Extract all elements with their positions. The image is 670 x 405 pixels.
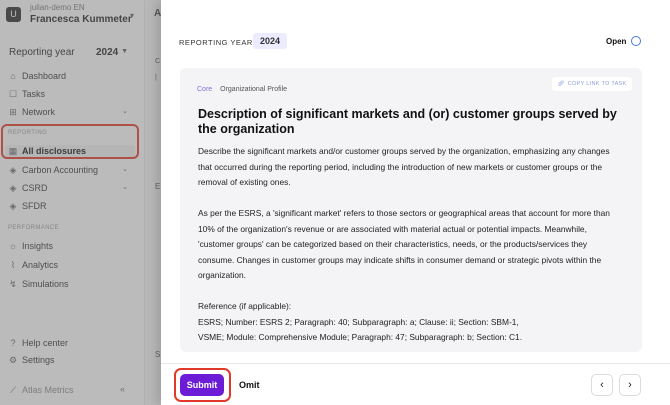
sidebar-item-label: Carbon Accounting xyxy=(22,165,99,175)
chevron-down-icon: ▾ xyxy=(129,11,134,20)
brand-name: Atlas Metrics xyxy=(22,385,74,395)
org-avatar: U xyxy=(6,7,21,22)
status-label: Open xyxy=(606,37,627,46)
reporting-year-label: Reporting year xyxy=(9,47,75,58)
disclosure-drawer: REPORTING YEAR 2024 Open Core Organizati… xyxy=(161,0,670,405)
lightbulb-icon: ☼ xyxy=(8,241,18,251)
sidebar-item-label: Simulations xyxy=(22,279,69,289)
next-button[interactable]: › xyxy=(619,374,641,396)
sidebar-item-label: SFDR xyxy=(22,201,47,211)
organization-switcher[interactable]: U julian-demo EN Francesca Kummeter ▾ xyxy=(6,3,134,27)
copy-link-label: COPY LINK TO TASK xyxy=(567,81,627,87)
network-icon: ⊞ xyxy=(9,107,17,117)
simulation-icon: ↯ xyxy=(9,279,17,289)
description-paragraph: As per the ESRS, a 'significant market' … xyxy=(198,208,610,280)
tasks-icon: ☐ xyxy=(8,89,18,99)
sidebar-item-label: CSRD xyxy=(22,183,48,193)
disclosure-card: Core Organizational Profile 🔗︎ COPY LINK … xyxy=(180,68,642,352)
reporting-year-value: 2024 xyxy=(96,47,119,58)
chevron-down-icon: ⌄ xyxy=(122,184,128,191)
panel-text-fragment: C xyxy=(155,58,161,65)
carbon-icon: ◈ xyxy=(9,165,17,175)
highlight-callout xyxy=(1,124,139,159)
sidebar-item-help-center[interactable]: ? Help center xyxy=(8,337,134,351)
chevron-right-icon: › xyxy=(628,379,632,391)
sidebar-item-label: Insights xyxy=(22,241,54,251)
sidebar-item-settings[interactable]: ⚙ Settings xyxy=(8,354,134,368)
sidebar-item-dashboard[interactable]: ⌂ Dashboard xyxy=(8,70,134,84)
section-performance: PERFORMANCE xyxy=(8,225,60,231)
sidebar-item-carbon-accounting[interactable]: ◈ Carbon Accounting ⌄ xyxy=(8,164,134,178)
reference-line: VSME; Module: Comprehensive Module; Para… xyxy=(198,332,523,342)
sidebar-item-label: Tasks xyxy=(22,89,46,99)
omit-button[interactable]: Omit xyxy=(239,380,260,390)
chevron-down-icon: ▼ xyxy=(121,48,128,55)
sidebar-item-label: Network xyxy=(22,107,56,117)
panel-text-fragment: | xyxy=(155,74,157,81)
sidebar-item-tasks[interactable]: ☐ Tasks xyxy=(8,88,134,102)
reporting-year-badge: 2024 xyxy=(253,33,287,49)
chevron-left-icon: ‹ xyxy=(600,379,604,391)
org-user-name: Francesca Kummeter xyxy=(30,14,132,25)
sidebar-item-label: Settings xyxy=(22,355,55,365)
previous-button[interactable]: ‹ xyxy=(591,374,613,396)
gear-icon: ⚙ xyxy=(8,355,18,365)
sidebar-item-sfdr[interactable]: ◈ SFDR xyxy=(8,200,134,214)
panel-text-fragment: S xyxy=(155,350,161,359)
highlight-callout xyxy=(174,368,231,402)
sidebar-item-label: Help center xyxy=(22,338,69,348)
sidebar-item-insights[interactable]: ☼ Insights xyxy=(8,240,134,254)
sidebar-item-network[interactable]: ⊞ Network ⌄ xyxy=(8,106,134,120)
atlas-logo-icon: ⟋ xyxy=(9,385,17,395)
home-icon: ⌂ xyxy=(10,71,16,81)
panel-text-fragment: E xyxy=(155,182,161,191)
reference-title: Reference (if applicable): xyxy=(198,301,292,311)
reference-line: ESRS; Number: ESRS 2; Paragraph: 40; Sub… xyxy=(198,316,519,327)
copy-link-button[interactable]: 🔗︎ COPY LINK TO TASK xyxy=(552,77,632,91)
chart-icon: ⌇ xyxy=(10,260,16,270)
tag-category: Organizational Profile xyxy=(220,86,288,93)
drawer-header: REPORTING YEAR 2024 Open xyxy=(161,30,670,56)
sidebar: U julian-demo EN Francesca Kummeter ▾ Re… xyxy=(0,0,145,405)
disclosure-title: Description of significant markets and (… xyxy=(198,107,617,136)
tag-core: Core xyxy=(197,86,213,93)
reporting-year-label: REPORTING YEAR xyxy=(179,38,253,47)
sidebar-item-analytics[interactable]: ⌇ Analytics xyxy=(8,259,134,273)
brand-logo: ⟋ Atlas Metrics xyxy=(8,384,134,398)
disclosure-description: Describe the significant markets and/or … xyxy=(198,144,623,346)
sidebar-item-csrd[interactable]: ◈ CSRD ⌄ xyxy=(8,182,134,196)
link-icon: 🔗︎ xyxy=(557,81,565,87)
description-paragraph: Describe the significant markets and/or … xyxy=(198,146,610,187)
org-workspace: julian-demo EN xyxy=(30,3,85,12)
disclosure-tags: Core Organizational Profile xyxy=(197,86,287,93)
sfdr-icon: ◈ xyxy=(9,201,17,211)
chevron-down-icon: ⌄ xyxy=(122,108,128,115)
sidebar-item-label: Dashboard xyxy=(22,71,67,81)
collapse-sidebar-icon[interactable]: « xyxy=(120,384,125,394)
reporting-year-select[interactable]: Reporting year 2024 ▼ xyxy=(4,40,136,64)
status-circle-icon xyxy=(631,36,641,46)
help-icon: ? xyxy=(10,338,16,348)
csrd-icon: ◈ xyxy=(9,183,17,193)
chevron-down-icon: ⌄ xyxy=(122,166,128,173)
sidebar-item-simulations[interactable]: ↯ Simulations xyxy=(8,278,134,292)
sidebar-item-label: Analytics xyxy=(22,260,59,270)
drawer-footer: Submit Omit ‹ › xyxy=(161,363,670,405)
